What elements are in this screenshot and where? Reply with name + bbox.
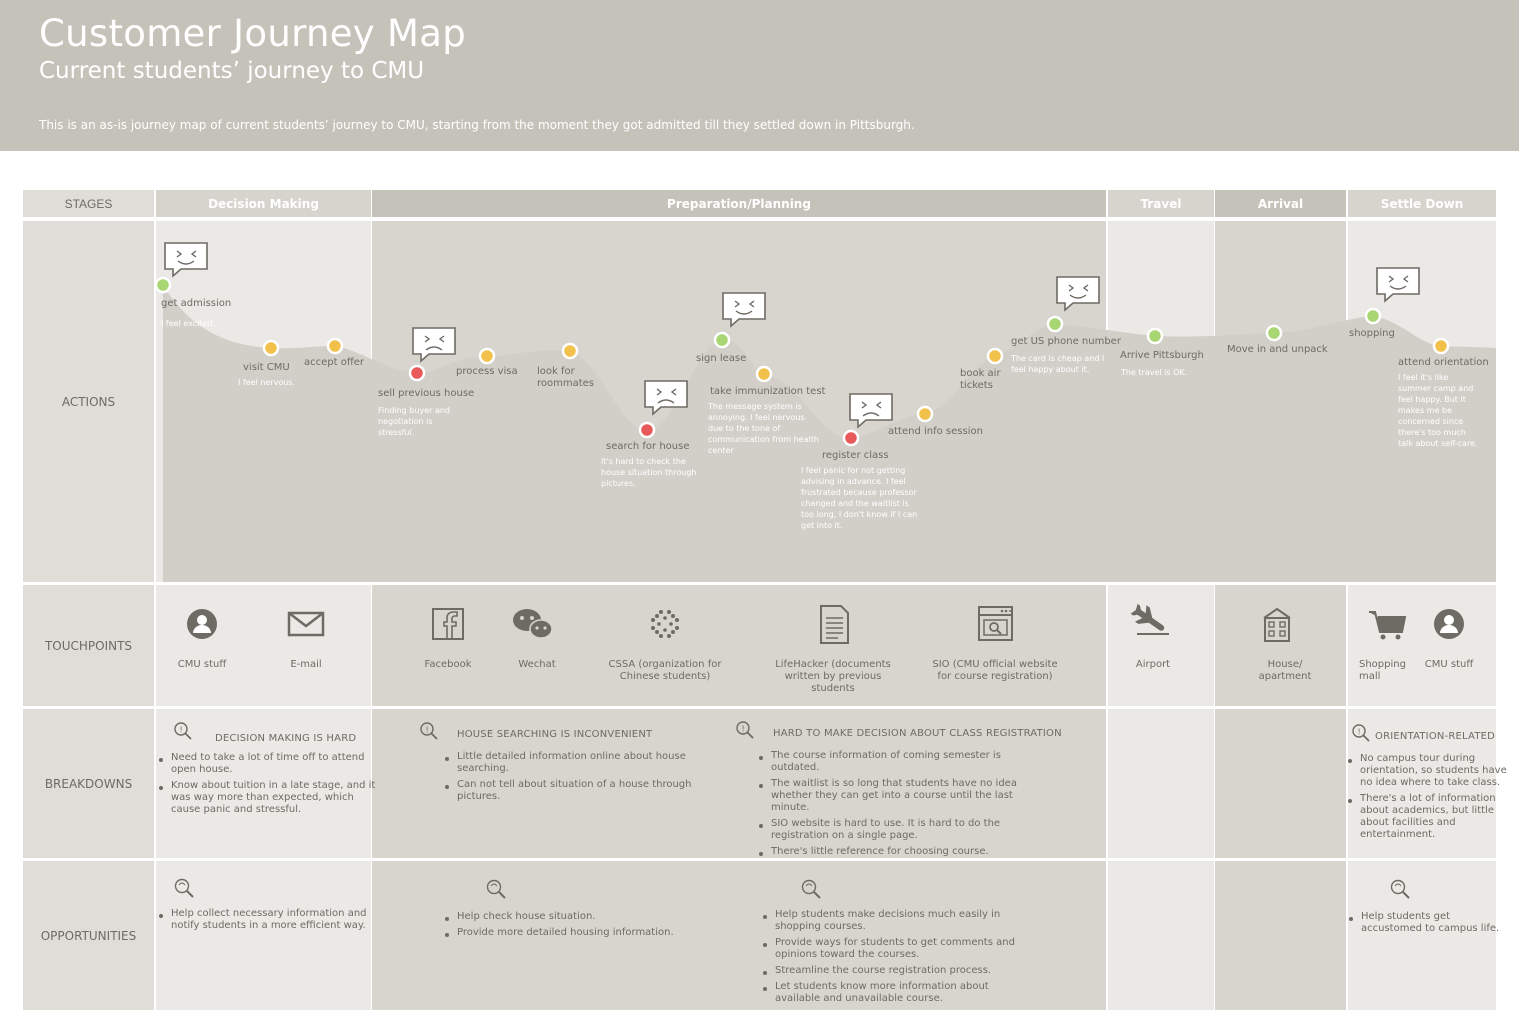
breakdown-item: There's little reference for choosing co… bbox=[759, 846, 1031, 858]
building-icon bbox=[1263, 607, 1291, 642]
breakdown-title: HOUSE SEARCHING IS INCONVENIENT bbox=[457, 729, 653, 740]
touchpoint-label: Shopping mall bbox=[1359, 659, 1406, 682]
breakdown-list: Little detailed information online about… bbox=[443, 751, 717, 807]
person-icon bbox=[1434, 609, 1464, 639]
svg-text:!: ! bbox=[1358, 728, 1361, 737]
search-icon bbox=[486, 879, 506, 899]
breakdown-title: HARD TO MAKE DECISION ABOUT CLASS REGIST… bbox=[773, 728, 1062, 739]
magnifier-icon: ! bbox=[174, 722, 192, 740]
breakdown-item: No campus tour during orientation, so st… bbox=[1348, 753, 1510, 789]
opportunity-item: Let students know more information about… bbox=[763, 981, 1035, 1005]
touchpoint-label: SIO (CMU official website for course reg… bbox=[932, 659, 1058, 682]
search-icon bbox=[174, 878, 194, 898]
opportunity-item: Help check house situation. bbox=[445, 911, 717, 923]
touchpoint-label: CMU stuff bbox=[1424, 659, 1474, 670]
breakdown-item: The course information of coming semeste… bbox=[759, 750, 1031, 774]
opportunity-item: Help students get accustomed to campus l… bbox=[1349, 911, 1500, 934]
opportunity-item: Provide more detailed housing informatio… bbox=[445, 927, 717, 939]
breakdown-item: Can not tell about situation of a house … bbox=[445, 779, 717, 803]
touchpoint-label: LifeHacker (documents written by previou… bbox=[775, 659, 891, 694]
breakdown-list: The course information of coming semeste… bbox=[757, 750, 1031, 862]
opportunity-list: Help collect necessary information and n… bbox=[157, 908, 381, 936]
touchpoint-label: E-mail bbox=[290, 659, 322, 670]
breakdown-item: SIO website is hard to use. It is hard t… bbox=[759, 818, 1031, 842]
opportunity-item: Provide ways for students to get comment… bbox=[763, 937, 1035, 961]
breakdown-item: The waitlist is so long that students ha… bbox=[759, 778, 1031, 814]
breakdown-item: Know about tuition in a late stage, and … bbox=[159, 780, 381, 816]
touchpoint-label: CSSA (organization for Chinese students) bbox=[608, 659, 722, 682]
breakdown-title: DECISION MAKING IS HARD bbox=[215, 733, 357, 744]
person-icon bbox=[187, 609, 217, 639]
magnifier-icon: ! bbox=[420, 722, 438, 740]
breakdown-item: Need to take a lot of time off to attend… bbox=[159, 752, 381, 776]
touchpoint-label: CMU stuff bbox=[177, 659, 227, 670]
opportunity-list: Help students get accustomed to campus l… bbox=[1347, 911, 1501, 939]
svg-text:!: ! bbox=[180, 726, 183, 735]
breakdown-list: No campus tour during orientation, so st… bbox=[1346, 753, 1510, 845]
touchpoint-icons: ! ! ! ! bbox=[174, 603, 1464, 899]
cart-icon bbox=[1369, 611, 1407, 640]
svg-text:!: ! bbox=[426, 726, 429, 735]
cssa-icon bbox=[651, 610, 679, 638]
breakdown-item: There's a lot of information about acade… bbox=[1348, 793, 1510, 841]
search-icon bbox=[801, 879, 821, 899]
facebook-icon bbox=[432, 608, 464, 640]
opportunity-item: Streamline the course registration proce… bbox=[763, 965, 1035, 977]
opportunity-item: Help collect necessary information and n… bbox=[159, 908, 381, 932]
breakdown-list: Need to take a lot of time off to attend… bbox=[157, 752, 381, 820]
document-icon bbox=[820, 605, 849, 644]
airplane-icon bbox=[1130, 603, 1169, 635]
touchpoint-label: Airport bbox=[1135, 659, 1171, 670]
svg-text:!: ! bbox=[742, 725, 745, 734]
touchpoint-label: Facebook bbox=[424, 659, 472, 670]
opportunity-list: Help students make decisions much easily… bbox=[761, 909, 1035, 1009]
breakdown-title: ORIENTATION-RELATED bbox=[1375, 731, 1496, 742]
mail-icon bbox=[287, 611, 325, 637]
search-icon bbox=[1390, 879, 1410, 899]
breakdown-item: Little detailed information online about… bbox=[445, 751, 717, 775]
touchpoint-label: Wechat bbox=[518, 659, 556, 670]
magnifier-icon: ! bbox=[1352, 724, 1370, 742]
touchpoint-label: House/ apartment bbox=[1258, 659, 1312, 682]
website-icon bbox=[978, 606, 1013, 641]
opportunity-item: Help students make decisions much easily… bbox=[763, 909, 1035, 933]
magnifier-icon: ! bbox=[736, 721, 754, 739]
opportunity-list: Help check house situation. Provide more… bbox=[443, 911, 717, 943]
wechat-icon bbox=[513, 609, 553, 639]
